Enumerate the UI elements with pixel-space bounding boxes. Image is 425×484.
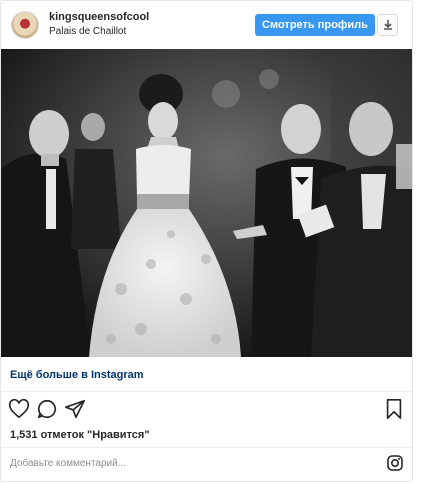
action-bar: [1, 398, 412, 424]
more-on-instagram-link[interactable]: Ещё больше в Instagram: [10, 369, 144, 381]
post-header: kingsqueensofcool Palais de Chaillot Смо…: [1, 1, 412, 49]
like-button[interactable]: [8, 398, 32, 422]
avatar[interactable]: [11, 11, 39, 39]
save-button[interactable]: [384, 398, 408, 422]
post-photo[interactable]: [1, 49, 412, 357]
photo-scene: [1, 49, 412, 357]
instagram-logo-button[interactable]: [387, 455, 403, 471]
download-button[interactable]: [377, 14, 398, 36]
divider: [1, 391, 412, 392]
instagram-logo-icon: [387, 455, 403, 471]
comment-input[interactable]: Добавьте комментарий...: [10, 458, 126, 469]
divider: [1, 447, 412, 448]
instagram-embed-card: kingsqueensofcool Palais de Chaillot Смо…: [0, 0, 413, 482]
location[interactable]: Palais de Chaillot: [49, 26, 126, 37]
bookmark-icon: [386, 399, 402, 419]
username[interactable]: kingsqueensofcool: [49, 11, 149, 23]
view-profile-button[interactable]: Смотреть профиль: [255, 14, 375, 36]
share-button[interactable]: [64, 398, 88, 422]
download-icon: [383, 20, 392, 30]
share-icon: [65, 399, 85, 419]
likes-count[interactable]: 1,531 отметок "Нравится": [10, 429, 150, 441]
heart-icon: [8, 398, 30, 419]
comment-icon: [37, 399, 57, 419]
comment-button[interactable]: [36, 398, 60, 422]
